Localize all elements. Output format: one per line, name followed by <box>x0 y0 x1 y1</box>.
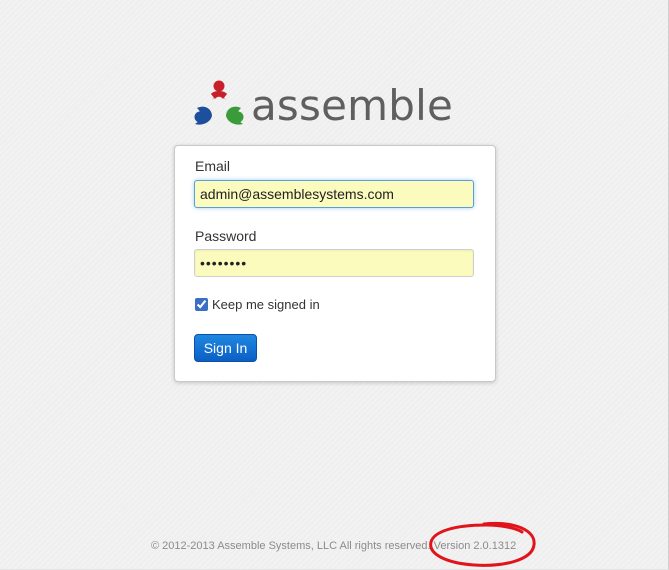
remember-me-row: Keep me signed in <box>195 296 320 312</box>
keep-signed-in-label[interactable]: Keep me signed in <box>212 297 320 312</box>
login-card: Email Password Keep me signed in Sign In <box>174 145 496 382</box>
email-field[interactable] <box>194 180 474 208</box>
keep-signed-in-checkbox[interactable] <box>195 297 208 311</box>
email-label: Email <box>195 158 231 174</box>
password-label: Password <box>195 228 257 244</box>
assemble-logo: assemble <box>192 76 454 132</box>
brand-name: assemble <box>251 81 454 130</box>
copyright-footer: © 2012-2013 Assemble Systems, LLC All ri… <box>151 540 517 552</box>
password-field[interactable] <box>194 249 474 277</box>
assemble-logo-icon <box>194 80 244 125</box>
sign-in-button[interactable]: Sign In <box>194 334 257 362</box>
